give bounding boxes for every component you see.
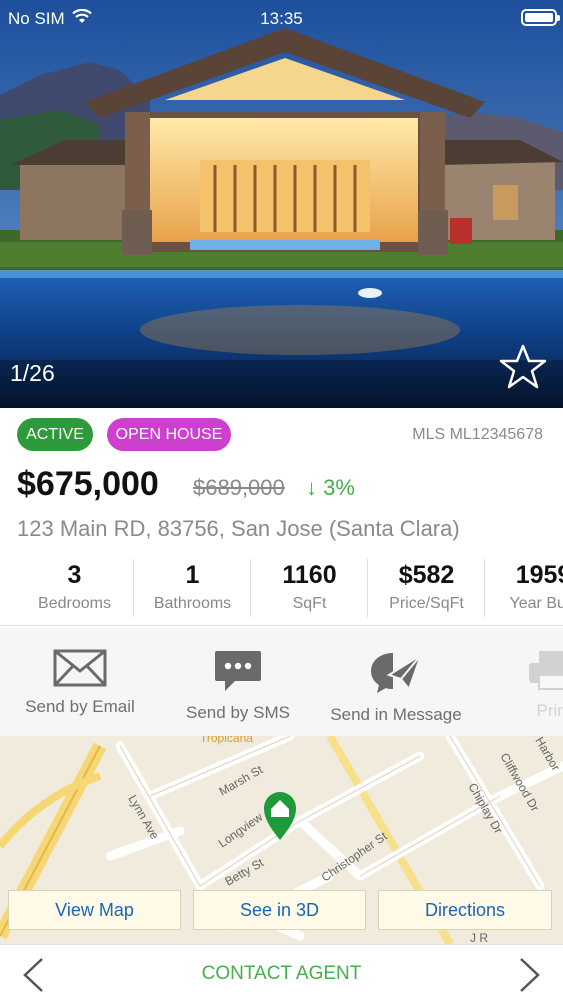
stat-value: 3 <box>67 561 82 589</box>
previous-price: $689,000 <box>193 475 285 500</box>
map-label-tropicana: Tropicana <box>200 736 253 745</box>
envelope-icon <box>53 649 107 687</box>
share-label: Print <box>536 701 563 720</box>
stat-label: SqFt <box>292 595 327 612</box>
contact-agent-button[interactable]: CONTACT AGENT <box>0 963 563 985</box>
listing-details: ACTIVE OPEN HOUSE MLS ML12345678 $675,00… <box>0 408 563 626</box>
stat-label: Bathrooms <box>153 595 232 612</box>
house-photo <box>0 0 563 408</box>
mls-number: MLS ML12345678 <box>412 426 543 443</box>
stat-bedrooms: 3 Bedrooms <box>16 555 133 619</box>
directions-button[interactable]: Directions <box>378 890 552 930</box>
photo-counter: 1/26 <box>10 360 55 386</box>
stat-label: Price/SqFt <box>389 595 464 612</box>
stat-price-per-sqft: $582 Price/SqFt <box>368 555 485 619</box>
price-change: ↓ 3% <box>306 475 355 500</box>
sms-bubble-icon <box>215 651 261 691</box>
location-map[interactable]: Tropicana Marsh St Lynn Ave Longview Chr… <box>0 736 563 944</box>
see-in-3d-button[interactable]: See in 3D <box>193 890 366 930</box>
open-house-badge[interactable]: OPEN HOUSE <box>107 418 231 451</box>
map-label-jr: J R <box>470 931 488 944</box>
stat-sqft: 1160 SqFt <box>251 555 368 619</box>
send-email-button[interactable]: Send by Email <box>0 627 160 736</box>
stat-value: 1 <box>185 561 200 589</box>
message-plane-icon <box>371 652 423 693</box>
chevron-right-icon[interactable] <box>519 957 541 993</box>
clock: 13:35 <box>260 9 303 28</box>
star-outline-icon[interactable] <box>498 343 548 391</box>
share-label: Send in Message <box>330 705 462 724</box>
stat-bathrooms: 1 Bathrooms <box>134 555 251 619</box>
view-map-button[interactable]: View Map <box>8 890 181 930</box>
share-actions: Send by Email Send by SMS Send in Messag… <box>0 627 563 736</box>
status-bar: No SIM 13:35 <box>0 0 563 36</box>
printer-icon <box>529 651 563 690</box>
stat-value: $582 <box>398 561 455 589</box>
listing-address[interactable]: 123 Main RD, 83756, San Jose (Santa Clar… <box>17 516 460 542</box>
bottom-bar: CONTACT AGENT <box>0 944 563 1000</box>
share-label: Send by SMS <box>186 703 290 722</box>
stat-label: Year Built <box>509 595 563 612</box>
stat-value: 1959 <box>515 561 563 589</box>
share-label: Send by Email <box>25 697 135 716</box>
send-message-button[interactable]: Send in Message <box>316 627 476 736</box>
property-stats: 3 Bedrooms 1 Bathrooms 1160 SqFt $582 Pr… <box>16 555 563 619</box>
stat-year-built: 1959 Year Built <box>485 555 563 619</box>
stat-label: Bedrooms <box>38 595 111 612</box>
print-button[interactable]: Print <box>474 627 563 736</box>
send-sms-button[interactable]: Send by SMS <box>158 627 318 736</box>
status-badge: ACTIVE <box>17 418 93 451</box>
listing-photo-gallery[interactable]: No SIM 13:35 1/26 <box>0 0 563 408</box>
stat-value: 1160 <box>282 561 337 589</box>
battery-icon <box>521 9 560 26</box>
listing-price: $675,000 <box>17 465 159 503</box>
